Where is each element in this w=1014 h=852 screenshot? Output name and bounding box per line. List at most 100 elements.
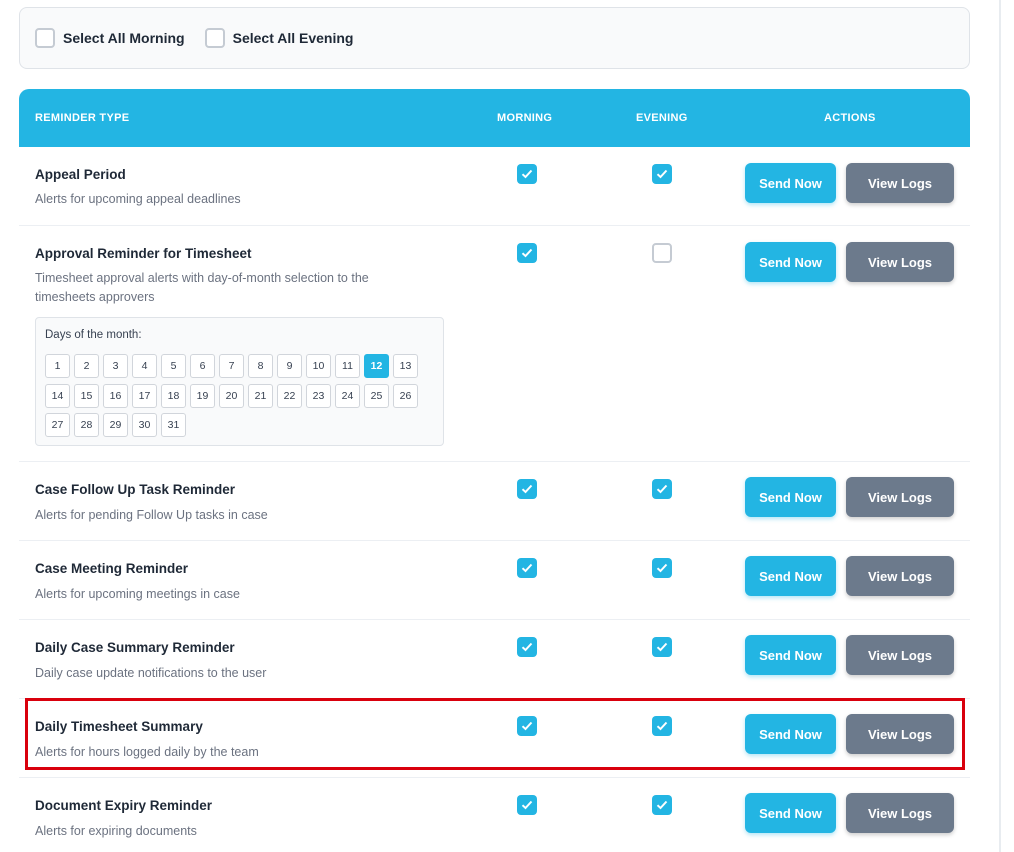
send-now-button[interactable]: Send Now — [745, 556, 836, 596]
send-now-button[interactable]: Send Now — [745, 242, 836, 282]
day-15-button[interactable]: 15 — [74, 383, 99, 408]
morning-checkbox[interactable] — [517, 716, 537, 736]
morning-checkbox[interactable] — [517, 795, 537, 815]
select-all-evening-checkbox[interactable] — [204, 28, 225, 48]
day-13-button[interactable]: 13 — [393, 354, 418, 378]
evening-checkbox[interactable] — [652, 479, 672, 499]
view-logs-button[interactable]: View Logs — [846, 635, 954, 675]
check-icon — [656, 563, 668, 573]
check-icon — [521, 169, 533, 179]
select-all-panel: Select All Morning Select All Evening — [19, 7, 970, 69]
day-26-button[interactable]: 26 — [393, 383, 418, 408]
morning-checkbox[interactable] — [517, 243, 537, 263]
day-28-button[interactable]: 28 — [74, 413, 99, 437]
row-title: Daily Case Summary Reminder — [35, 640, 235, 655]
row-description: Alerts for expiring documents — [35, 824, 197, 838]
select-all-morning-checkbox[interactable] — [35, 28, 55, 48]
evening-checkbox[interactable] — [652, 795, 672, 815]
day-24-button[interactable]: 24 — [335, 383, 360, 408]
view-logs-button[interactable]: View Logs — [846, 556, 954, 596]
table-row: Case Follow Up Task Reminder Alerts for … — [19, 462, 970, 541]
check-icon — [521, 248, 533, 258]
view-logs-button[interactable]: View Logs — [846, 477, 954, 517]
row-title: Case Meeting Reminder — [35, 561, 189, 576]
day-17-button[interactable]: 17 — [132, 383, 157, 408]
day-8-button[interactable]: 8 — [248, 354, 273, 378]
check-icon — [521, 563, 533, 573]
view-logs-button[interactable]: View Logs — [846, 793, 954, 833]
check-icon — [656, 484, 668, 494]
day-12-button[interactable]: 12 — [364, 354, 389, 378]
morning-checkbox[interactable] — [517, 637, 537, 657]
row-description: Alerts for hours logged daily by the tea… — [35, 745, 259, 759]
days-of-month-picker: Days of the month: 1 2 3 4 5 6 7 8 9 10 11 12 13 14 15… — [35, 317, 444, 446]
table-row: Appeal Period Alerts for upcoming appeal… — [19, 147, 970, 226]
table-header: REMINDER TYPE MORNING EVENING ACTIONS — [19, 89, 970, 147]
morning-checkbox[interactable] — [517, 479, 537, 499]
view-logs-button[interactable]: View Logs — [846, 242, 954, 282]
day-22-button[interactable]: 22 — [277, 383, 302, 408]
select-all-morning-label: Select All Morning — [63, 30, 185, 46]
morning-checkbox[interactable] — [517, 164, 537, 184]
day-4-button[interactable]: 4 — [132, 354, 157, 378]
select-all-evening[interactable]: Select All Evening — [204, 28, 353, 48]
day-29-button[interactable]: 29 — [103, 413, 128, 437]
day-2-button[interactable]: 2 — [74, 354, 99, 378]
check-icon — [656, 800, 668, 810]
reminders-table: REMINDER TYPE MORNING EVENING ACTIONS Ap… — [19, 89, 970, 852]
day-3-button[interactable]: 3 — [103, 354, 128, 378]
day-5-button[interactable]: 5 — [161, 354, 186, 378]
day-14-button[interactable]: 14 — [45, 383, 70, 408]
send-now-button[interactable]: Send Now — [745, 477, 836, 517]
evening-checkbox[interactable] — [652, 164, 672, 184]
send-now-button[interactable]: Send Now — [745, 635, 836, 675]
day-16-button[interactable]: 16 — [103, 383, 128, 408]
send-now-button[interactable]: Send Now — [745, 793, 836, 833]
evening-checkbox[interactable] — [652, 716, 672, 736]
evening-checkbox[interactable] — [652, 558, 672, 578]
page-right-divider — [999, 0, 1001, 852]
header-reminder-type: REMINDER TYPE — [35, 112, 130, 124]
day-10-button[interactable]: 10 — [306, 354, 331, 378]
day-6-button[interactable]: 6 — [190, 354, 215, 378]
view-logs-button[interactable]: View Logs — [846, 714, 954, 754]
day-25-button[interactable]: 25 — [364, 383, 389, 408]
day-19-button[interactable]: 19 — [190, 383, 215, 408]
day-11-button[interactable]: 11 — [335, 354, 360, 378]
evening-checkbox[interactable] — [652, 637, 672, 657]
table-row: Approval Reminder for Timesheet Timeshee… — [19, 226, 970, 462]
day-1-button[interactable]: 1 — [45, 354, 70, 378]
day-31-button[interactable]: 31 — [161, 413, 186, 437]
evening-checkbox[interactable] — [652, 243, 672, 263]
row-title: Approval Reminder for Timesheet — [35, 246, 252, 261]
day-7-button[interactable]: 7 — [219, 354, 244, 378]
check-icon — [521, 484, 533, 494]
day-23-button[interactable]: 23 — [306, 383, 331, 408]
row-title: Document Expiry Reminder — [35, 798, 213, 813]
view-logs-button[interactable]: View Logs — [846, 163, 954, 203]
select-all-morning[interactable]: Select All Morning — [35, 28, 185, 48]
table-row: Document Expiry Reminder Alerts for expi… — [19, 778, 970, 852]
row-description: Alerts for upcoming appeal deadlines — [35, 192, 241, 206]
day-27-button[interactable]: 27 — [45, 413, 70, 437]
header-morning: MORNING — [497, 112, 553, 124]
row-description: Daily case update notifications to the u… — [35, 666, 267, 680]
row-description: Alerts for upcoming meetings in case — [35, 587, 240, 601]
day-18-button[interactable]: 18 — [161, 383, 186, 408]
send-now-button[interactable]: Send Now — [745, 163, 836, 203]
day-9-button[interactable]: 9 — [277, 354, 302, 378]
check-icon — [521, 642, 533, 652]
row-title: Daily Timesheet Summary — [35, 719, 203, 734]
row-title: Appeal Period — [35, 167, 126, 182]
day-30-button[interactable]: 30 — [132, 413, 157, 437]
days-of-month-label: Days of the month: — [45, 329, 142, 341]
morning-checkbox[interactable] — [517, 558, 537, 578]
table-row: Daily Timesheet Summary Alerts for hours… — [19, 699, 970, 778]
day-20-button[interactable]: 20 — [219, 383, 244, 408]
day-21-button[interactable]: 21 — [248, 383, 273, 408]
send-now-button[interactable]: Send Now — [745, 714, 836, 754]
check-icon — [656, 721, 668, 731]
check-icon — [656, 169, 668, 179]
header-actions: ACTIONS — [824, 112, 876, 124]
check-icon — [656, 642, 668, 652]
